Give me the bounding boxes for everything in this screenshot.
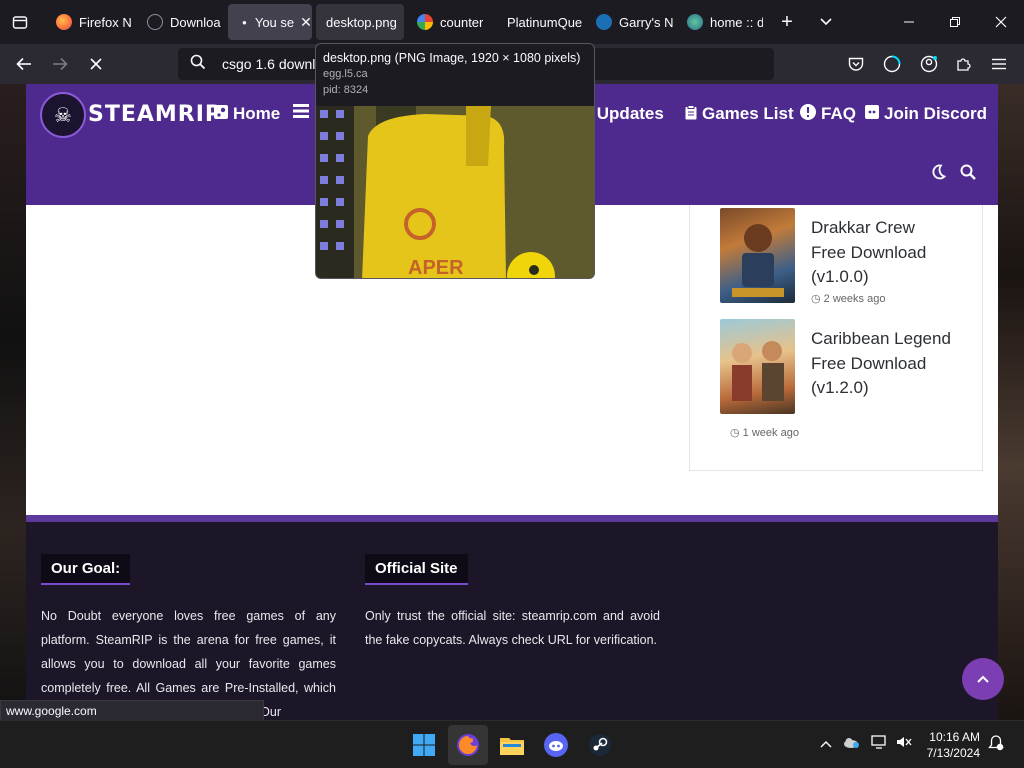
tab-google-counter[interactable]: counter	[407, 4, 495, 40]
menu-join-discord-label: Join Discord	[884, 104, 987, 123]
preview-pid: pid: 8324	[323, 84, 369, 96]
list-icon	[293, 104, 309, 122]
svg-text:APER: APER	[408, 257, 464, 279]
dark-mode-moon-icon[interactable]	[930, 164, 947, 185]
close-tab-icon[interactable]: ✕	[300, 14, 312, 31]
tab-platinumque[interactable]: PlatinumQue	[497, 4, 585, 40]
background-art-right	[998, 84, 1024, 720]
volume-muted-icon[interactable]	[896, 735, 912, 752]
network-icon[interactable]	[871, 735, 887, 752]
tab-title: You se	[254, 14, 295, 30]
background-art-left	[0, 84, 26, 720]
stop-loading-icon[interactable]	[81, 50, 111, 78]
notification-bell-icon[interactable]	[988, 735, 1004, 754]
clock-icon: ◷	[730, 427, 740, 439]
menu-faq[interactable]: FAQ	[800, 104, 856, 124]
search-icon[interactable]	[960, 164, 976, 185]
discord-taskbar-icon[interactable]	[536, 725, 576, 765]
footer-divider	[26, 515, 998, 522]
menu-home-label: Home	[233, 104, 281, 123]
system-clock[interactable]: 10:16 AM 7/13/2024	[927, 729, 980, 761]
tab-home[interactable]: home :: d	[677, 4, 763, 40]
post-date: ◷ 2 weeks ago	[811, 293, 886, 305]
clipboard-icon	[685, 104, 697, 124]
url-input[interactable]	[222, 56, 322, 72]
menu-games-list[interactable]: Games List	[685, 104, 794, 124]
tab-title: Garry's N	[619, 14, 674, 30]
steam-taskbar-icon[interactable]	[580, 725, 620, 765]
firefox-taskbar-icon[interactable]	[448, 725, 488, 765]
recent-posts-widget: Drakkar Crew Free Download (v1.0.0) ◷ 2 …	[689, 205, 983, 471]
menu-list-icon-item[interactable]	[293, 104, 314, 122]
caribbean-legend-thumbnail[interactable]	[720, 319, 795, 414]
menu-faq-label: FAQ	[821, 104, 856, 123]
post-item[interactable]: Caribbean Legend Free Download (v1.2.0) …	[720, 319, 970, 439]
clock-icon: ◷	[811, 293, 821, 305]
discord-icon	[865, 105, 879, 123]
clock-time: 10:16 AM	[929, 730, 980, 744]
post-title[interactable]: Caribbean Legend Free Download (v1.2.0)	[811, 327, 951, 401]
info-circle-icon	[800, 104, 816, 124]
file-explorer-icon[interactable]	[492, 725, 532, 765]
tab-title: counter	[440, 14, 484, 30]
forward-arrow-icon[interactable]	[45, 50, 75, 78]
tab-hover-preview: desktop.png (PNG Image, 1920 × 1080 pixe…	[315, 43, 595, 279]
sync-icon[interactable]	[877, 50, 907, 78]
tab-title: PlatinumQue	[507, 14, 583, 30]
steamrip-logo-icon[interactable]: ☠	[40, 92, 86, 138]
loading-dot-icon: ●	[242, 17, 247, 27]
back-arrow-icon[interactable]	[9, 50, 39, 78]
tab-garrys[interactable]: Garry's N	[586, 4, 674, 40]
extensions-icon[interactable]	[949, 50, 979, 78]
tab-title: desktop.png	[326, 14, 397, 30]
tab-firefox[interactable]: Firefox N	[46, 4, 134, 40]
close-window-button[interactable]	[978, 0, 1024, 44]
chevron-up-icon[interactable]	[820, 735, 832, 751]
firefox-icon	[56, 14, 72, 30]
google-icon	[417, 14, 433, 30]
preview-thumbnail-image: APER	[316, 106, 594, 279]
official-site-text: Only trust the official site: steamrip.c…	[365, 609, 660, 647]
scroll-to-top-button[interactable]	[962, 658, 1004, 700]
menu-home[interactable]: Home	[214, 104, 280, 124]
tab-title: Firefox N	[79, 14, 132, 30]
search-icon	[190, 54, 206, 75]
steam-icon	[596, 14, 612, 30]
steam-square-icon	[214, 105, 228, 123]
menu-games-list-label: Games List	[702, 104, 794, 123]
account-icon[interactable]	[914, 50, 944, 78]
pocket-icon[interactable]	[841, 50, 871, 78]
preview-host: egg.l5.ca	[323, 68, 368, 80]
status-link-url: www.google.com	[0, 700, 264, 721]
globe-icon	[147, 14, 163, 30]
post-date: ◷ 1 week ago	[730, 427, 799, 439]
site-logo-text[interactable]: STEAMRIP	[88, 102, 222, 127]
tab-active[interactable]: ● You se ✕	[228, 4, 312, 40]
menu-hamburger-icon[interactable]	[984, 50, 1014, 78]
minimize-button[interactable]	[886, 0, 932, 44]
site-footer: Our Goal: No Doubt everyone loves free g…	[26, 522, 998, 720]
firefox-view-icon[interactable]	[0, 0, 40, 44]
our-goal-heading: Our Goal:	[41, 554, 131, 585]
preview-title: desktop.png (PNG Image, 1920 × 1080 pixe…	[323, 51, 581, 65]
tab-title: Downloa	[170, 14, 221, 30]
cloud-icon[interactable]	[843, 735, 859, 751]
menu-join-discord[interactable]: Join Discord	[865, 104, 987, 124]
restore-button[interactable]	[932, 0, 978, 44]
windows-taskbar: 10:16 AM 7/13/2024	[0, 720, 1024, 768]
post-title[interactable]: Drakkar Crew Free Download (v1.0.0)	[811, 216, 951, 290]
tab-title: home :: d	[710, 14, 763, 30]
post-item[interactable]: Drakkar Crew Free Download (v1.0.0) ◷ 2 …	[720, 208, 970, 308]
clock-date: 7/13/2024	[926, 746, 980, 760]
official-site-heading: Official Site	[365, 554, 468, 585]
windows-start-icon[interactable]	[404, 725, 444, 765]
globe-icon	[687, 14, 703, 30]
tab-desktop-png[interactable]: desktop.png	[316, 4, 404, 40]
list-all-tabs-icon[interactable]	[803, 0, 849, 44]
drakkar-crew-thumbnail[interactable]	[720, 208, 795, 303]
tab-downloads[interactable]: Downloa	[137, 4, 225, 40]
